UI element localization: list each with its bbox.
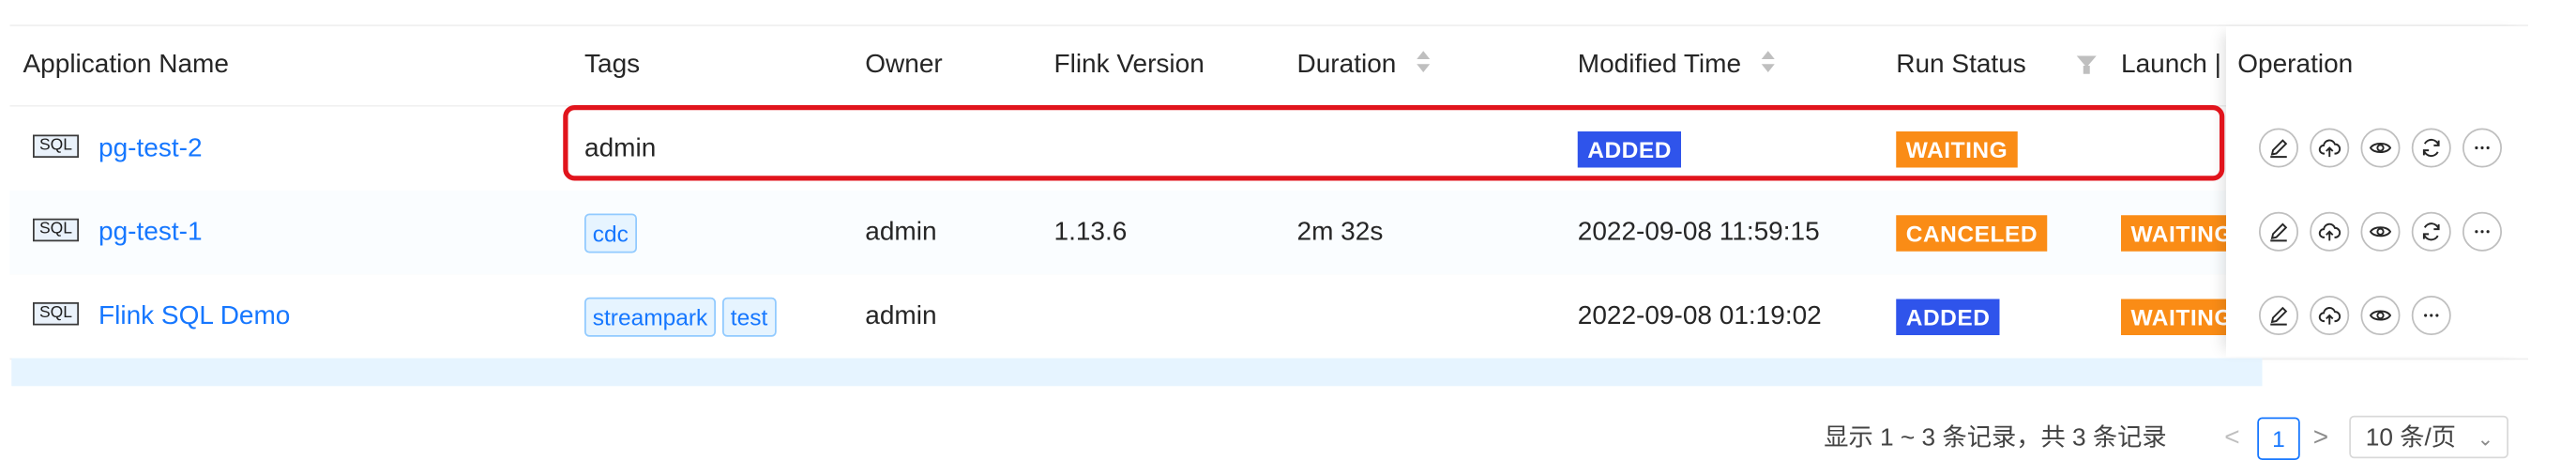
highlight-annotation-box	[563, 105, 2224, 181]
tags-cell: streamparktest	[584, 274, 782, 358]
table-header: Application Name Tags Owner Flink Versio…	[10, 26, 2529, 107]
tag-badge[interactable]: streampark	[584, 297, 716, 336]
pagination-total: 显示 1 ~ 3 条记录，共 3 条记录	[1824, 418, 2166, 460]
application-name-cell[interactable]: SQL pg-test-1	[33, 191, 203, 274]
table-row: SQL Flink SQL Demo streamparktest admin 2…	[10, 274, 2529, 360]
edit-icon[interactable]	[2259, 129, 2298, 168]
application-name-cell[interactable]: SQL pg-test-2	[33, 107, 203, 191]
modified-time-cell: 2022-09-08 11:59:15	[1578, 191, 1820, 274]
pagination-next-button[interactable]: >	[2313, 418, 2337, 460]
eye-icon[interactable]	[2361, 296, 2401, 335]
owner-cell: admin	[865, 274, 936, 358]
flink-version-cell: 1.13.6	[1054, 191, 1128, 274]
column-header-operation: Operation	[2237, 26, 2353, 105]
application-link[interactable]: pg-test-2	[98, 135, 202, 163]
column-header-duration[interactable]: Duration	[1297, 26, 1431, 105]
operation-column: Operation	[2226, 26, 2528, 357]
status-badge: WAITING	[2121, 215, 2242, 252]
more-icon[interactable]	[2462, 129, 2502, 168]
filter-icon[interactable]	[2077, 56, 2097, 68]
launch-status-cell: WAITING	[2121, 191, 2242, 274]
eye-icon[interactable]	[2361, 212, 2401, 252]
column-header-application-name: Application Name	[23, 26, 229, 105]
sort-icon[interactable]	[1417, 51, 1430, 74]
launch-status-cell: WAITING	[2121, 274, 2242, 358]
refresh-icon[interactable]	[2412, 129, 2451, 168]
upload-cloud-icon[interactable]	[2310, 212, 2349, 252]
column-header-owner: Owner	[865, 26, 942, 105]
owner-cell: admin	[865, 191, 936, 274]
upload-cloud-icon[interactable]	[2310, 296, 2349, 335]
status-badge: WAITING	[2121, 299, 2242, 335]
edit-icon[interactable]	[2259, 212, 2298, 252]
edit-icon[interactable]	[2259, 296, 2298, 335]
column-header-launch: Launch |	[2121, 26, 2221, 105]
refresh-icon[interactable]	[2412, 212, 2451, 252]
tag-badge[interactable]: cdc	[584, 213, 637, 253]
run-status-cell: CANCELED	[1896, 191, 2047, 274]
column-header-tags: Tags	[584, 26, 640, 105]
upload-cloud-icon[interactable]	[2310, 129, 2349, 168]
duration-cell: 2m 32s	[1297, 191, 1384, 274]
more-icon[interactable]	[2462, 212, 2502, 252]
modified-time-header-label: Modified Time	[1578, 51, 1741, 79]
column-header-run-status: Run Status	[1896, 26, 2026, 105]
operation-row	[2226, 191, 2528, 274]
application-link[interactable]: Flink SQL Demo	[98, 302, 290, 330]
duration-header-label: Duration	[1297, 51, 1397, 79]
status-badge: CANCELED	[1896, 215, 2047, 252]
sort-icon[interactable]	[1762, 51, 1775, 74]
page-size-value: 10 条/页	[2366, 424, 2456, 452]
modified-time-cell: 2022-09-08 01:19:02	[1578, 274, 1822, 358]
table-row: SQL pg-test-1 cdc admin 1.13.6 2m 32s 202…	[10, 191, 2529, 276]
pagination-prev-button[interactable]: <	[2224, 418, 2248, 460]
operation-row	[2226, 107, 2528, 191]
sql-type-icon: SQL	[33, 134, 79, 158]
horizontal-scrollbar-track[interactable]	[11, 359, 2262, 387]
page-size-select[interactable]: 10 条/页 ⌄	[2349, 416, 2508, 459]
column-header-flink-version: Flink Version	[1054, 26, 1205, 105]
tags-cell: cdc	[584, 191, 644, 274]
operation-row	[2226, 274, 2528, 358]
sql-type-icon: SQL	[33, 218, 79, 241]
pagination-page-1[interactable]: 1	[2257, 418, 2300, 460]
application-name-cell[interactable]: SQL Flink SQL Demo	[33, 274, 290, 358]
column-header-modified-time[interactable]: Modified Time	[1578, 26, 1775, 105]
more-icon[interactable]	[2412, 296, 2451, 335]
sql-type-icon: SQL	[33, 302, 79, 326]
application-link[interactable]: pg-test-1	[98, 219, 202, 247]
chevron-down-icon: ⌄	[2478, 418, 2494, 460]
run-status-cell: ADDED	[1896, 274, 2000, 358]
eye-icon[interactable]	[2361, 129, 2401, 168]
status-badge: ADDED	[1896, 299, 2000, 335]
tag-badge[interactable]: test	[722, 297, 776, 336]
application-table-view: Application Name Tags Owner Flink Versio…	[0, 0, 2574, 455]
